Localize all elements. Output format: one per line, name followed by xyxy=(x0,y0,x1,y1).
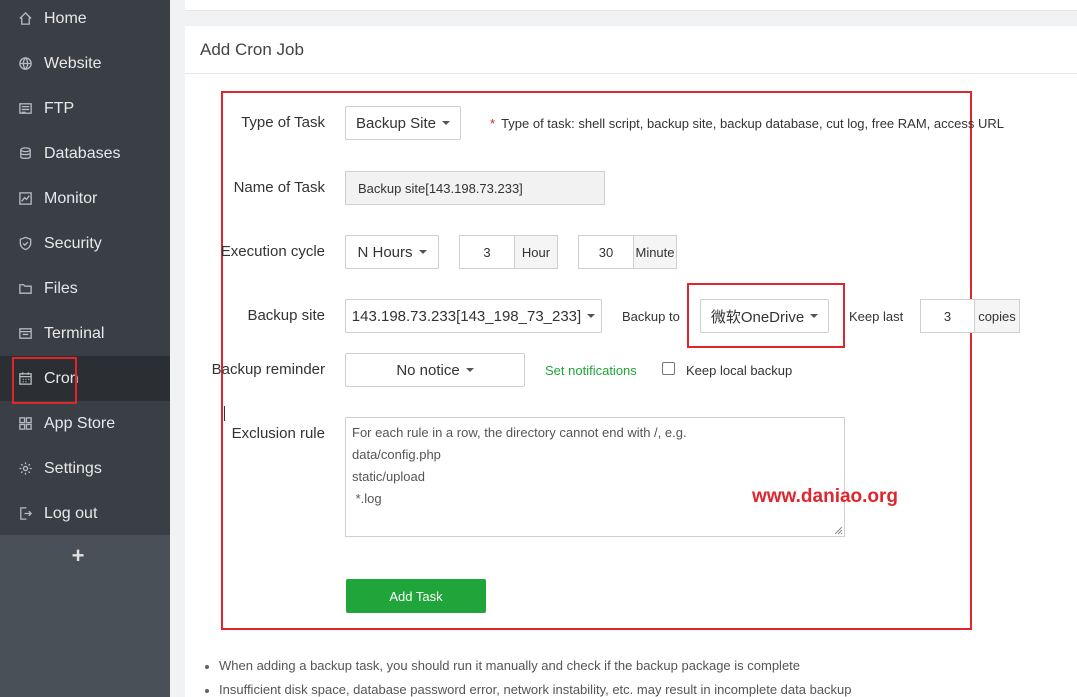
sidebar-item-label: Settings xyxy=(44,459,102,477)
sidebar-item-label: FTP xyxy=(44,99,75,117)
keep-last-unit: copies xyxy=(974,299,1020,333)
panel-header: Add Cron Job xyxy=(185,26,1077,74)
globe-icon xyxy=(17,56,33,72)
caret-down-icon xyxy=(418,250,427,254)
minute-input[interactable]: 30 xyxy=(578,235,634,269)
caret-down-icon xyxy=(587,314,596,318)
logout-icon xyxy=(17,506,33,522)
set-notifications-link[interactable]: Set notifications xyxy=(545,363,637,378)
sidebar-item-ftp[interactable]: FTP xyxy=(0,86,170,131)
sidebar-item-label: Databases xyxy=(44,144,121,162)
grid-icon xyxy=(17,416,33,432)
shield-icon xyxy=(17,236,33,252)
reminder-value: No notice xyxy=(396,361,460,379)
exclusion-rule-textarea[interactable]: For each rule in a row, the directory ca… xyxy=(345,417,845,537)
cycle-dropdown[interactable]: N Hours xyxy=(345,235,439,269)
home-icon xyxy=(17,11,33,27)
page-title: Add Cron Job xyxy=(200,40,304,59)
sidebar-item-app-store[interactable]: App Store xyxy=(0,401,170,446)
terminal-icon xyxy=(17,326,33,342)
backup-site-value: 143.198.73.233[143_198_73_233] xyxy=(351,307,582,325)
top-panel-strip xyxy=(185,0,1077,11)
reminder-dropdown[interactable]: No notice xyxy=(345,353,525,387)
cycle-value: N Hours xyxy=(357,243,413,261)
add-menu-button[interactable]: + xyxy=(68,542,88,570)
sidebar-item-terminal[interactable]: Terminal xyxy=(0,311,170,356)
minute-unit: Minute xyxy=(633,235,677,269)
sidebar-item-label: App Store xyxy=(44,414,116,432)
gear-icon xyxy=(17,461,33,477)
sidebar-item-security[interactable]: Security xyxy=(0,221,170,266)
calendar-icon xyxy=(17,371,33,387)
caret-down-icon xyxy=(442,121,451,125)
sidebar-item-website[interactable]: Website xyxy=(0,41,170,86)
sidebar-item-log-out[interactable]: Log out xyxy=(0,491,170,536)
keep-last-label: Keep last xyxy=(849,309,904,324)
task-type-hint: * Type of task: shell script, backup site… xyxy=(490,116,1004,131)
note-item: When adding a backup task, you should ru… xyxy=(205,658,800,673)
backup-reminder-label: Backup reminder xyxy=(211,361,325,378)
sidebar-item-label: Cron xyxy=(44,369,79,387)
ftp-icon xyxy=(17,101,33,117)
sidebar-item-monitor[interactable]: Monitor xyxy=(0,176,170,221)
resize-grip-icon[interactable] xyxy=(834,526,843,535)
sidebar-item-label: Security xyxy=(44,234,102,252)
exclusion-rule-label: Exclusion rule xyxy=(231,425,325,442)
task-name-input[interactable]: Backup site[143.198.73.233] xyxy=(345,171,605,205)
keep-local-backup-label: Keep local backup xyxy=(686,363,793,378)
task-type-dropdown[interactable]: Backup Site xyxy=(345,106,461,140)
add-task-button[interactable]: Add Task xyxy=(346,579,486,613)
keep-last-input[interactable]: 3 xyxy=(920,299,975,333)
backup-to-dropdown[interactable]: 微软OneDrive xyxy=(700,299,829,333)
sidebar-item-settings[interactable]: Settings xyxy=(0,446,170,491)
database-icon xyxy=(17,146,33,162)
sidebar-item-label: Terminal xyxy=(44,324,105,342)
sidebar-item-label: Files xyxy=(44,279,78,297)
monitor-icon xyxy=(17,191,33,207)
note-item: Insufficient disk space, database passwo… xyxy=(205,682,852,697)
hour-unit: Hour xyxy=(514,235,558,269)
backup-site-dropdown[interactable]: 143.198.73.233[143_198_73_233] xyxy=(345,299,602,333)
backup-to-value: 微软OneDrive xyxy=(710,308,805,326)
caret-down-icon xyxy=(465,368,474,372)
sidebar-item-label: Home xyxy=(44,9,87,27)
sidebar-item-home[interactable]: Home xyxy=(0,0,170,41)
caret-down-icon xyxy=(810,314,819,318)
backup-site-label: Backup site xyxy=(247,307,325,324)
sidebar-item-label: Website xyxy=(44,54,102,72)
watermark: www.daniao.org xyxy=(752,486,899,507)
sidebar-item-files[interactable]: Files xyxy=(0,266,170,311)
task-type-value: Backup Site xyxy=(355,114,437,132)
backup-to-label: Backup to xyxy=(622,309,680,324)
text-cursor xyxy=(224,406,225,421)
sidebar-item-cron[interactable]: Cron xyxy=(0,356,170,401)
folder-icon xyxy=(17,281,33,297)
hour-input[interactable]: 3 xyxy=(459,235,515,269)
execution-cycle-label: Execution cycle xyxy=(220,243,325,260)
type-of-task-label: Type of Task xyxy=(241,114,325,131)
name-of-task-label: Name of Task xyxy=(233,179,325,196)
sidebar-item-label: Monitor xyxy=(44,189,98,207)
sidebar-item-databases[interactable]: Databases xyxy=(0,131,170,176)
keep-local-backup-checkbox[interactable] xyxy=(662,362,675,375)
sidebar-item-label: Log out xyxy=(44,504,98,522)
